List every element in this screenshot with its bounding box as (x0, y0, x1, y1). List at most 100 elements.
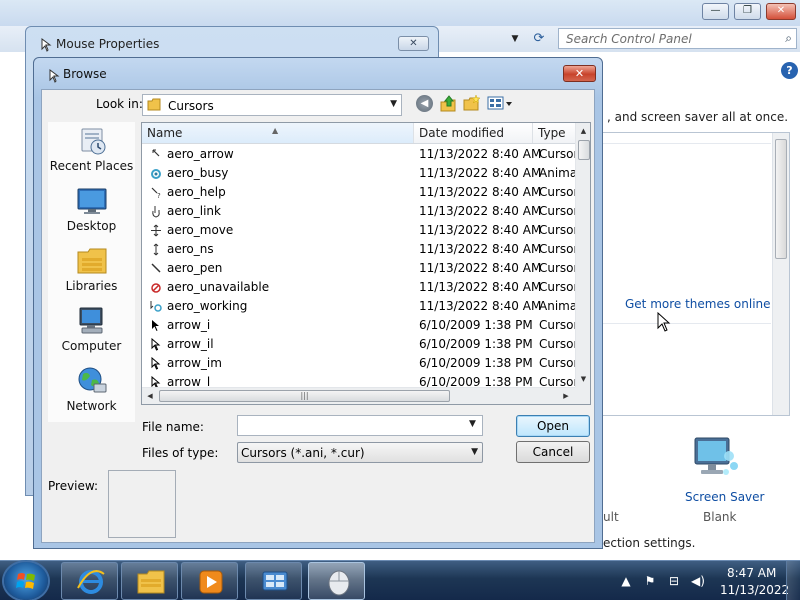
file-row[interactable]: ? aero_help 11/13/2022 8:40 AM Cursor (142, 183, 575, 202)
theme-list[interactable]: Get more themes online (600, 132, 790, 416)
address-dropdown-icon[interactable]: ▼ (505, 30, 525, 48)
file-date: 6/10/2009 1:38 PM (419, 318, 533, 332)
place-computer[interactable]: Computer (48, 306, 135, 362)
views-menu-icon[interactable] (487, 95, 513, 112)
place-network[interactable]: Network (48, 366, 135, 422)
file-type: Animated (539, 166, 575, 180)
browse-dialog: Browse ✕ Look in: Cursors ▼ ◀ Recent Pla… (33, 57, 603, 549)
file-type: Animated (539, 299, 575, 313)
file-row[interactable]: aero_busy 11/13/2022 8:40 AM Animated (142, 164, 575, 183)
cancel-button[interactable]: Cancel (516, 441, 590, 463)
search-input[interactable]: Search Control Panel ⌕ (558, 28, 797, 49)
taskbar-control-panel[interactable] (245, 562, 302, 600)
file-row[interactable]: arrow_im 6/10/2009 1:38 PM Cursor (142, 354, 575, 373)
start-button[interactable] (4, 562, 48, 600)
place-desktop[interactable]: Desktop (48, 186, 135, 242)
file-list[interactable]: ▲ Name Date modified Type aero_arrow 11/… (141, 122, 591, 405)
column-header-date[interactable]: Date modified (414, 123, 533, 143)
scroll-left-icon[interactable]: ◀ (143, 389, 157, 403)
close-button[interactable]: ✕ (563, 65, 596, 82)
file-name-label: File name: (142, 420, 204, 434)
file-name: arrow_im (167, 356, 222, 370)
clock-time[interactable]: 8:47 AM (727, 566, 776, 580)
up-folder-icon[interactable] (440, 94, 458, 113)
files-of-type-dropdown[interactable]: Cursors (*.ani, *.cur) ▼ (237, 442, 483, 463)
place-label: Network (66, 399, 117, 413)
file-name-input[interactable] (237, 415, 483, 436)
taskbar-media-player[interactable] (181, 562, 238, 600)
scroll-down-icon[interactable]: ▼ (576, 372, 590, 386)
chevron-down-icon[interactable]: ▼ (471, 447, 478, 457)
taskbar-mouse-properties[interactable] (308, 562, 365, 600)
file-row[interactable]: aero_pen 11/13/2022 8:40 AM Cursor (142, 259, 575, 278)
show-desktop-button[interactable] (786, 561, 800, 600)
file-row[interactable]: aero_arrow 11/13/2022 8:40 AM Cursor (142, 145, 575, 164)
network-icon[interactable]: ⊟ (666, 573, 682, 589)
volume-icon[interactable]: ◀) (690, 573, 706, 589)
divider (601, 323, 771, 324)
file-row[interactable]: aero_unavailable 11/13/2022 8:40 AM Curs… (142, 278, 575, 297)
folder-icon (147, 98, 161, 111)
column-header-name[interactable]: ▲ Name (142, 123, 414, 143)
file-date: 6/10/2009 1:38 PM (419, 337, 533, 351)
minimize-button[interactable]: — (702, 3, 729, 20)
scroll-up-icon[interactable]: ▲ (576, 124, 590, 138)
chevron-down-icon[interactable]: ▼ (390, 99, 397, 109)
column-label: Date modified (419, 126, 505, 140)
taskbar-internet-explorer[interactable] (61, 562, 118, 600)
clock-date[interactable]: 11/13/2022 (720, 583, 789, 597)
column-label: Name (147, 126, 183, 140)
file-date: 6/10/2009 1:38 PM (419, 356, 533, 370)
file-list-horizontal-scrollbar[interactable]: ◀ ||| ▶ (142, 387, 575, 404)
arrow-cursor-icon (152, 320, 159, 331)
file-row[interactable]: aero_move 11/13/2022 8:40 AM Cursor (142, 221, 575, 240)
arrow-cursor-icon (151, 338, 161, 351)
place-recent-places[interactable]: Recent Places (48, 126, 135, 182)
file-name: aero_working (167, 299, 248, 313)
desktop-icon (77, 188, 106, 214)
file-row[interactable]: aero_working 11/13/2022 8:40 AM Animated (142, 297, 575, 316)
help-icon[interactable]: ? (781, 62, 798, 79)
close-button[interactable]: ✕ (766, 3, 796, 20)
search-icon[interactable]: ⌕ (785, 31, 792, 46)
file-name: aero_move (167, 223, 234, 237)
place-libraries[interactable]: Libraries (48, 246, 135, 302)
file-list-vertical-scrollbar[interactable]: ▲ ▼ (575, 123, 590, 387)
open-button[interactable]: Open (516, 415, 590, 437)
new-folder-icon[interactable] (463, 95, 481, 112)
look-in-dropdown[interactable]: Cursors ▼ (142, 94, 402, 116)
media-player-icon (199, 570, 223, 594)
scrollbar-thumb[interactable] (578, 140, 590, 160)
show-hidden-icons-icon[interactable]: ▲ (618, 573, 634, 589)
file-row[interactable]: arrow_i 6/10/2009 1:38 PM Cursor (142, 316, 575, 335)
computer-icon (79, 307, 102, 334)
get-more-themes-link[interactable]: Get more themes online (625, 297, 771, 311)
screen-saver-icon[interactable] (689, 434, 741, 484)
look-in-label: Look in: (96, 97, 143, 111)
scroll-right-icon[interactable]: ▶ (559, 389, 573, 403)
chevron-down-icon[interactable]: ▼ (469, 419, 476, 429)
close-button[interactable]: ✕ (398, 36, 429, 51)
back-icon[interactable]: ◀ (416, 95, 433, 112)
scrollbar-corner (575, 387, 590, 404)
maximize-button[interactable]: ❐ (734, 3, 761, 20)
network-icon (78, 367, 106, 393)
file-row[interactable]: aero_ns 11/13/2022 8:40 AM Cursor (142, 240, 575, 259)
screen-saver-value: Blank (703, 510, 737, 524)
refresh-icon[interactable]: ⟳ (528, 30, 550, 48)
scrollbar-thumb[interactable]: ||| (159, 390, 450, 402)
action-center-flag-icon[interactable]: ⚑ (642, 573, 658, 589)
taskbar-windows-explorer[interactable] (121, 562, 178, 600)
scrollbar-thumb[interactable] (775, 139, 787, 259)
file-type: Cursor (539, 204, 575, 218)
svg-text:?: ? (157, 192, 161, 199)
theme-list-scrollbar[interactable] (772, 133, 789, 415)
screen-saver-link[interactable]: Screen Saver (685, 490, 764, 504)
theme-intro-text: , and screen saver all at once. (607, 110, 789, 124)
cursor-file-icon: ? (151, 187, 161, 199)
file-row[interactable]: arrow_il 6/10/2009 1:38 PM Cursor (142, 335, 575, 354)
place-label: Computer (61, 339, 122, 353)
file-row[interactable]: aero_link 11/13/2022 8:40 AM Cursor (142, 202, 575, 221)
file-date: 11/13/2022 8:40 AM (419, 204, 542, 218)
cursor-file-icon (152, 149, 160, 157)
